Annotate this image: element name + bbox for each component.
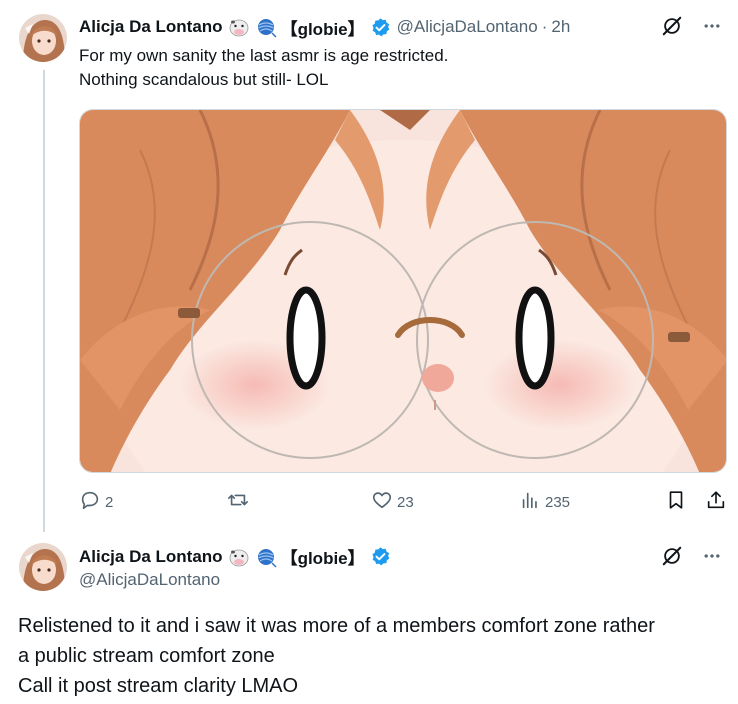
reply-button[interactable]: 2 bbox=[79, 488, 113, 516]
yarn-ball-icon bbox=[255, 16, 277, 38]
author-tag: 【globie】 bbox=[280, 549, 365, 568]
author-name[interactable]: Alicja Da Lontano bbox=[79, 547, 223, 567]
tweet-text-line: Nothing scandalous but still- LOL bbox=[79, 70, 329, 89]
bookmark-icon bbox=[665, 489, 687, 515]
tweet-text: Relistened to it and i saw it was more o… bbox=[18, 611, 728, 701]
views-count: 235 bbox=[545, 493, 571, 511]
more-icon[interactable] bbox=[700, 544, 724, 568]
grok-icon[interactable] bbox=[660, 14, 684, 38]
tweet-header: Alicja Da Lontano 【globie】 @AlicjaDaLont… bbox=[79, 14, 570, 40]
author-tag: 【globie】 bbox=[280, 19, 365, 39]
tweet-text-line: Relistened to it and i saw it was more o… bbox=[18, 615, 655, 637]
like-button[interactable]: 23 bbox=[371, 488, 414, 516]
tweet-text-line: For my own sanity the last asmr is age r… bbox=[79, 46, 449, 65]
author-handle[interactable]: @AlicjaDaLontano bbox=[79, 570, 220, 590]
retweet-button[interactable] bbox=[227, 488, 253, 516]
thread-line bbox=[43, 70, 45, 532]
cow-face-icon bbox=[228, 546, 250, 568]
views-icon bbox=[519, 489, 541, 515]
more-icon[interactable] bbox=[700, 14, 724, 38]
bookmark-button[interactable] bbox=[665, 488, 687, 516]
reply-count: 2 bbox=[105, 493, 114, 511]
avatar[interactable] bbox=[19, 543, 67, 591]
author-name[interactable]: Alicja Da Lontano bbox=[79, 17, 223, 37]
share-button[interactable] bbox=[705, 488, 727, 516]
tweet-top-icons bbox=[660, 544, 724, 568]
reply-icon bbox=[79, 489, 101, 515]
tweet-top-icons bbox=[660, 14, 724, 38]
retweet-icon bbox=[227, 489, 249, 515]
tweet-parent[interactable]: Alicja Da Lontano 【globie】 @AlicjaDaLont… bbox=[0, 0, 738, 532]
avatar[interactable] bbox=[19, 14, 67, 62]
cow-face-icon bbox=[228, 16, 250, 38]
tweet-actions: 2 23 235 bbox=[79, 488, 727, 516]
verified-badge-icon bbox=[370, 17, 391, 38]
tweet-text-line: a public stream comfort zone bbox=[18, 645, 275, 667]
tweet-reply[interactable]: Alicja Da Lontano 【globie】 @AlicjaDaLont… bbox=[0, 530, 738, 704]
author-handle[interactable]: @AlicjaDaLontano bbox=[397, 17, 538, 37]
verified-badge-icon bbox=[370, 546, 391, 567]
views-button[interactable]: 235 bbox=[519, 488, 570, 516]
yarn-ball-icon bbox=[255, 546, 277, 568]
tweet-text-line: Call it post stream clarity LMAO bbox=[18, 675, 299, 697]
like-icon bbox=[371, 489, 393, 515]
grok-icon[interactable] bbox=[660, 544, 684, 568]
timestamp[interactable]: 2h bbox=[551, 17, 570, 37]
separator-dot: · bbox=[541, 17, 548, 36]
tweet-media-image[interactable] bbox=[79, 109, 727, 473]
tweet-header: Alicja Da Lontano 【globie】 bbox=[79, 544, 391, 569]
share-icon bbox=[705, 489, 727, 515]
like-count: 23 bbox=[397, 493, 414, 511]
tweet-text: For my own sanity the last asmr is age r… bbox=[79, 44, 719, 92]
